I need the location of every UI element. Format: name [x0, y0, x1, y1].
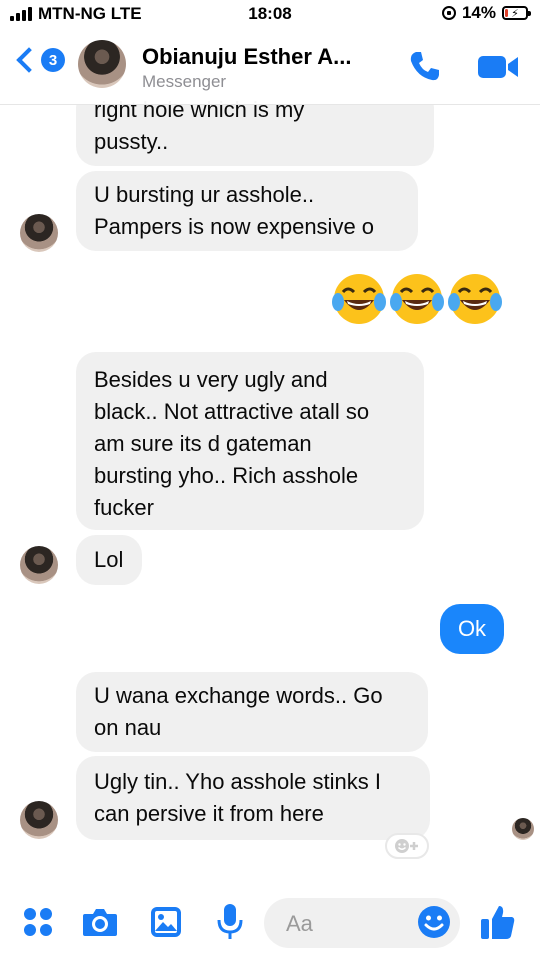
orientation-lock-icon	[441, 6, 456, 20]
contact-name[interactable]: Obianuju Esther A...	[142, 44, 351, 70]
add-reaction-icon	[395, 839, 418, 853]
contact-avatar[interactable]	[78, 40, 126, 88]
incoming-message[interactable]: U bursting ur asshole.. Pampers is now e…	[76, 171, 418, 251]
message-line: Ugly tin.. Yho asshole stinks I	[94, 769, 381, 794]
message-line: pussty..	[94, 129, 169, 154]
gallery-button[interactable]	[146, 902, 186, 942]
phone-icon	[410, 52, 439, 81]
camera-button[interactable]	[80, 902, 120, 942]
message-text: Ok	[457, 616, 487, 641]
message-line: fucker	[94, 495, 154, 520]
tears-of-joy-emoji	[448, 274, 502, 324]
message-line: Besides u very ugly and	[94, 367, 328, 392]
contact-subtitle: Messenger	[142, 72, 227, 91]
unread-count-badge: 3	[41, 48, 65, 72]
battery-percent: 14%	[461, 3, 496, 22]
image-icon	[151, 907, 181, 937]
emoji-button[interactable]	[414, 902, 454, 942]
message-line: Lol	[94, 547, 124, 572]
message-line: black.. Not attractive atall so	[94, 399, 370, 424]
message-line: U wana exchange words.. Go	[94, 683, 383, 708]
menu-dots-icon	[24, 908, 52, 936]
conversation-header: 3 Obianuju Esther A... Messenger	[0, 28, 540, 105]
more-actions-button[interactable]	[18, 902, 58, 942]
contact-avatar[interactable]	[20, 214, 58, 252]
message-line: can persive it from here	[94, 801, 324, 826]
emoji-icon	[418, 906, 450, 938]
video-call-button[interactable]	[476, 54, 520, 80]
chevron-left-icon	[16, 47, 42, 73]
incoming-message[interactable]: Besides u very ugly and black.. Not attr…	[76, 352, 424, 530]
message-line: bursting yho.. Rich asshole	[94, 463, 359, 488]
incoming-message[interactable]: Ugly tin.. Yho asshole stinks I can pers…	[76, 756, 430, 840]
like-button[interactable]	[478, 902, 518, 942]
read-receipt-avatar	[512, 818, 534, 840]
message-line: Pampers is now expensive o	[94, 214, 375, 239]
microphone-icon	[217, 904, 243, 939]
message-line: on nau	[94, 715, 162, 740]
add-reaction-button[interactable]	[385, 833, 429, 859]
voice-message-button[interactable]	[210, 902, 250, 942]
voice-call-button[interactable]	[407, 48, 443, 84]
tears-of-joy-emoji	[390, 274, 444, 324]
camera-icon	[83, 909, 117, 936]
contact-avatar[interactable]	[20, 801, 58, 839]
message-line: U bursting ur asshole..	[94, 182, 315, 207]
incoming-message[interactable]: Lol	[76, 535, 142, 585]
like-icon	[481, 906, 515, 939]
message-line: am sure its d gateman	[94, 431, 312, 456]
status-bar: MTN-NG LTE 18:08 14% ⚡	[0, 0, 540, 28]
incoming-message[interactable]: U wana exchange words.. Go on nau	[76, 672, 428, 752]
message-composer: Aa	[0, 890, 540, 960]
battery-icon: ⚡	[502, 6, 531, 20]
outgoing-message[interactable]: Ok	[440, 604, 504, 654]
tears-of-joy-emoji	[332, 274, 386, 324]
back-button[interactable]: 3	[12, 47, 65, 73]
outgoing-emoji-message[interactable]	[330, 270, 504, 328]
message-input-placeholder: Aa	[286, 911, 313, 936]
contact-avatar[interactable]	[20, 546, 58, 584]
video-icon	[478, 56, 518, 78]
